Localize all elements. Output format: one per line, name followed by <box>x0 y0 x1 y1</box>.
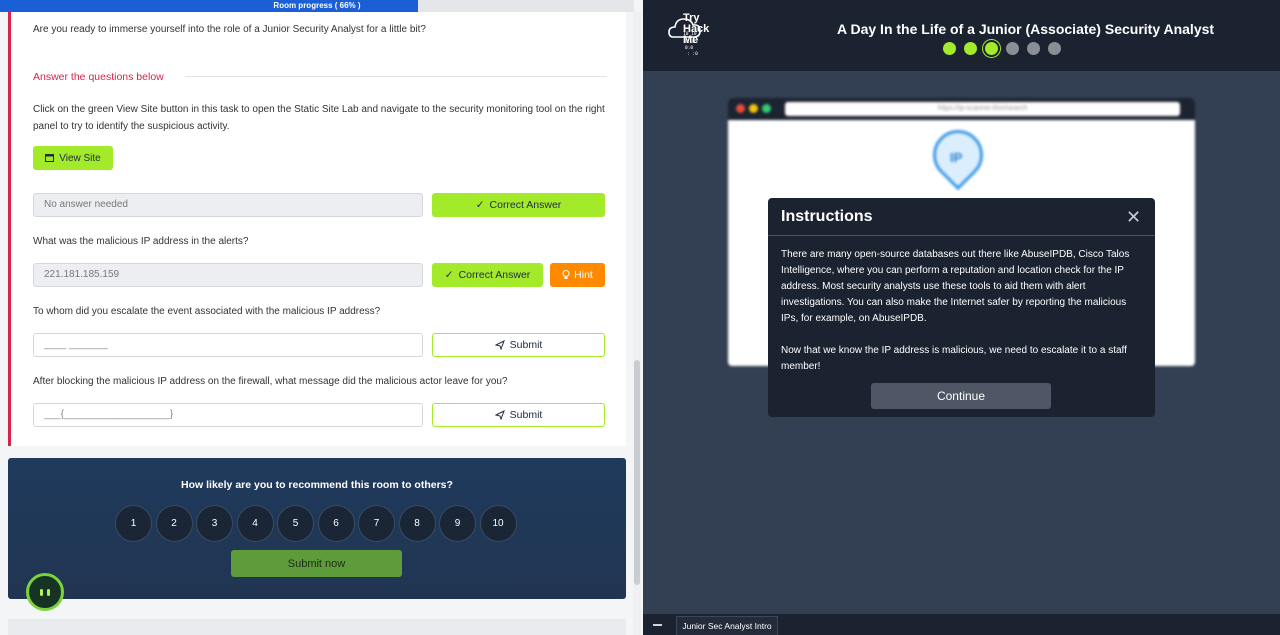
send-icon <box>494 410 505 420</box>
rating-options: 1 2 3 4 5 6 7 8 9 10 <box>115 505 517 542</box>
step-indicator <box>943 42 1061 55</box>
browser-minimize-dot <box>749 104 758 113</box>
submit-label: Submit <box>509 339 543 351</box>
rating-option-5[interactable]: 5 <box>277 505 314 542</box>
left-scrollbar[interactable] <box>633 12 641 635</box>
rating-option-7[interactable]: 7 <box>358 505 395 542</box>
rating-option-10[interactable]: 10 <box>479 505 517 542</box>
room-progress-label: Room progress ( 66% ) <box>273 1 361 10</box>
lightbulb-icon <box>562 270 570 279</box>
room-progress-bar: Room progress ( 66% ) <box>0 0 634 12</box>
screen: Room progress ( 66% ) Are you ready to i… <box>0 0 1280 635</box>
question-1-text: Click on the green View Site button in t… <box>33 104 605 132</box>
tryhackme-logo-icon: 10 10 1110 0:0 : :0 <box>668 18 701 57</box>
answer-heading-divider <box>185 76 607 77</box>
room-panel: Room progress ( 66% ) Are you ready to i… <box>0 0 643 635</box>
step-dot-6 <box>1048 42 1061 55</box>
check-icon: ✓ <box>475 199 485 211</box>
room-rating-card: How likely are you to recommend this roo… <box>8 458 626 599</box>
modal-paragraph-2: Now that we know the IP address is malic… <box>781 345 1127 372</box>
answer-2-correct-button[interactable]: ✓ Correct Answer <box>432 263 543 287</box>
assistant-bot-icon[interactable] <box>26 573 64 611</box>
modal-paragraph-1: There are many open-source databases out… <box>781 249 1130 324</box>
send-icon <box>494 340 505 350</box>
browser-url-bar: https://ip-scanner.thm/search <box>785 102 1180 116</box>
correct-answer-label: Correct Answer <box>458 269 531 281</box>
rating-option-2[interactable]: 2 <box>155 505 193 542</box>
close-icon[interactable]: ✕ <box>1126 207 1141 228</box>
rating-option-8[interactable]: 8 <box>398 505 436 542</box>
answer-3-submit-button[interactable]: Submit <box>432 333 605 357</box>
answer-2-field[interactable]: 221.181.185.159 <box>33 263 423 287</box>
answer-heading: Answer the questions below <box>33 71 164 83</box>
browser-close-dot <box>736 104 745 113</box>
view-site-button[interactable]: View Site <box>33 146 113 170</box>
rating-option-4[interactable]: 4 <box>236 505 274 542</box>
answer-3-input[interactable]: ____ _______ <box>33 333 423 357</box>
answer-1-correct-button[interactable]: ✓ Correct Answer <box>432 193 605 217</box>
rating-submit-button[interactable]: Submit now <box>231 550 402 577</box>
question-2-text: What was the malicious IP address in the… <box>33 236 249 247</box>
bottom-taskbar: Junior Sec Analyst Intro <box>643 614 1280 635</box>
answer-4-submit-button[interactable]: Submit <box>432 403 605 427</box>
room-title: A Day In the Life of a Junior (Associate… <box>837 21 1215 37</box>
step-dot-1 <box>943 42 956 55</box>
hint-label: Hint <box>574 269 593 281</box>
rating-option-3[interactable]: 3 <box>196 505 233 542</box>
taskbar-tab-junior-sec-analyst-intro[interactable]: Junior Sec Analyst Intro <box>676 616 778 635</box>
rating-option-9[interactable]: 9 <box>439 505 476 542</box>
rating-option-6[interactable]: 6 <box>317 505 355 542</box>
rating-option-1[interactable]: 1 <box>115 505 152 542</box>
step-dot-3 <box>985 42 998 55</box>
rating-question: How likely are you to recommend this roo… <box>181 479 453 491</box>
task-intro-text: Are you ready to immerse yourself into t… <box>33 24 426 35</box>
svg-text:: :0: : :0 <box>687 51 698 57</box>
step-dot-4 <box>1006 42 1019 55</box>
modal-body: There are many open-source databases out… <box>781 247 1143 375</box>
browser-maximize-dot <box>762 104 771 113</box>
left-scrollbar-thumb[interactable] <box>634 360 640 585</box>
minimize-icon[interactable] <box>653 624 662 626</box>
answer-1-field[interactable]: No answer needed <box>33 193 423 217</box>
correct-answer-label: Correct Answer <box>489 199 562 211</box>
continue-button[interactable]: Continue <box>871 383 1051 409</box>
next-section-edge <box>8 619 626 635</box>
window-icon <box>45 154 55 162</box>
browser-toolbar: https://ip-scanner.thm/search <box>728 98 1195 120</box>
modal-title: Instructions <box>781 208 873 225</box>
site-header: 10 10 1110 0:0 : :0 Try Hack Me A Day In… <box>643 0 1280 71</box>
ip-pin-label: IP <box>950 150 963 165</box>
view-site-label: View Site <box>59 152 101 164</box>
static-site-panel: 10 10 1110 0:0 : :0 Try Hack Me A Day In… <box>643 0 1280 635</box>
step-dot-5 <box>1027 42 1040 55</box>
submit-label: Submit <box>509 409 543 421</box>
instructions-modal: Instructions ✕ There are many open-sourc… <box>768 198 1155 417</box>
modal-divider <box>768 235 1155 236</box>
question-4-text: After blocking the malicious IP address … <box>33 376 508 387</box>
task-card: Are you ready to immerse yourself into t… <box>8 12 626 446</box>
hint-button[interactable]: Hint <box>550 263 605 287</box>
question-3-text: To whom did you escalate the event assoc… <box>33 306 381 317</box>
check-icon: ✓ <box>444 269 454 281</box>
answer-4-input[interactable]: ___{___________________} <box>33 403 423 427</box>
step-dot-2 <box>964 42 977 55</box>
